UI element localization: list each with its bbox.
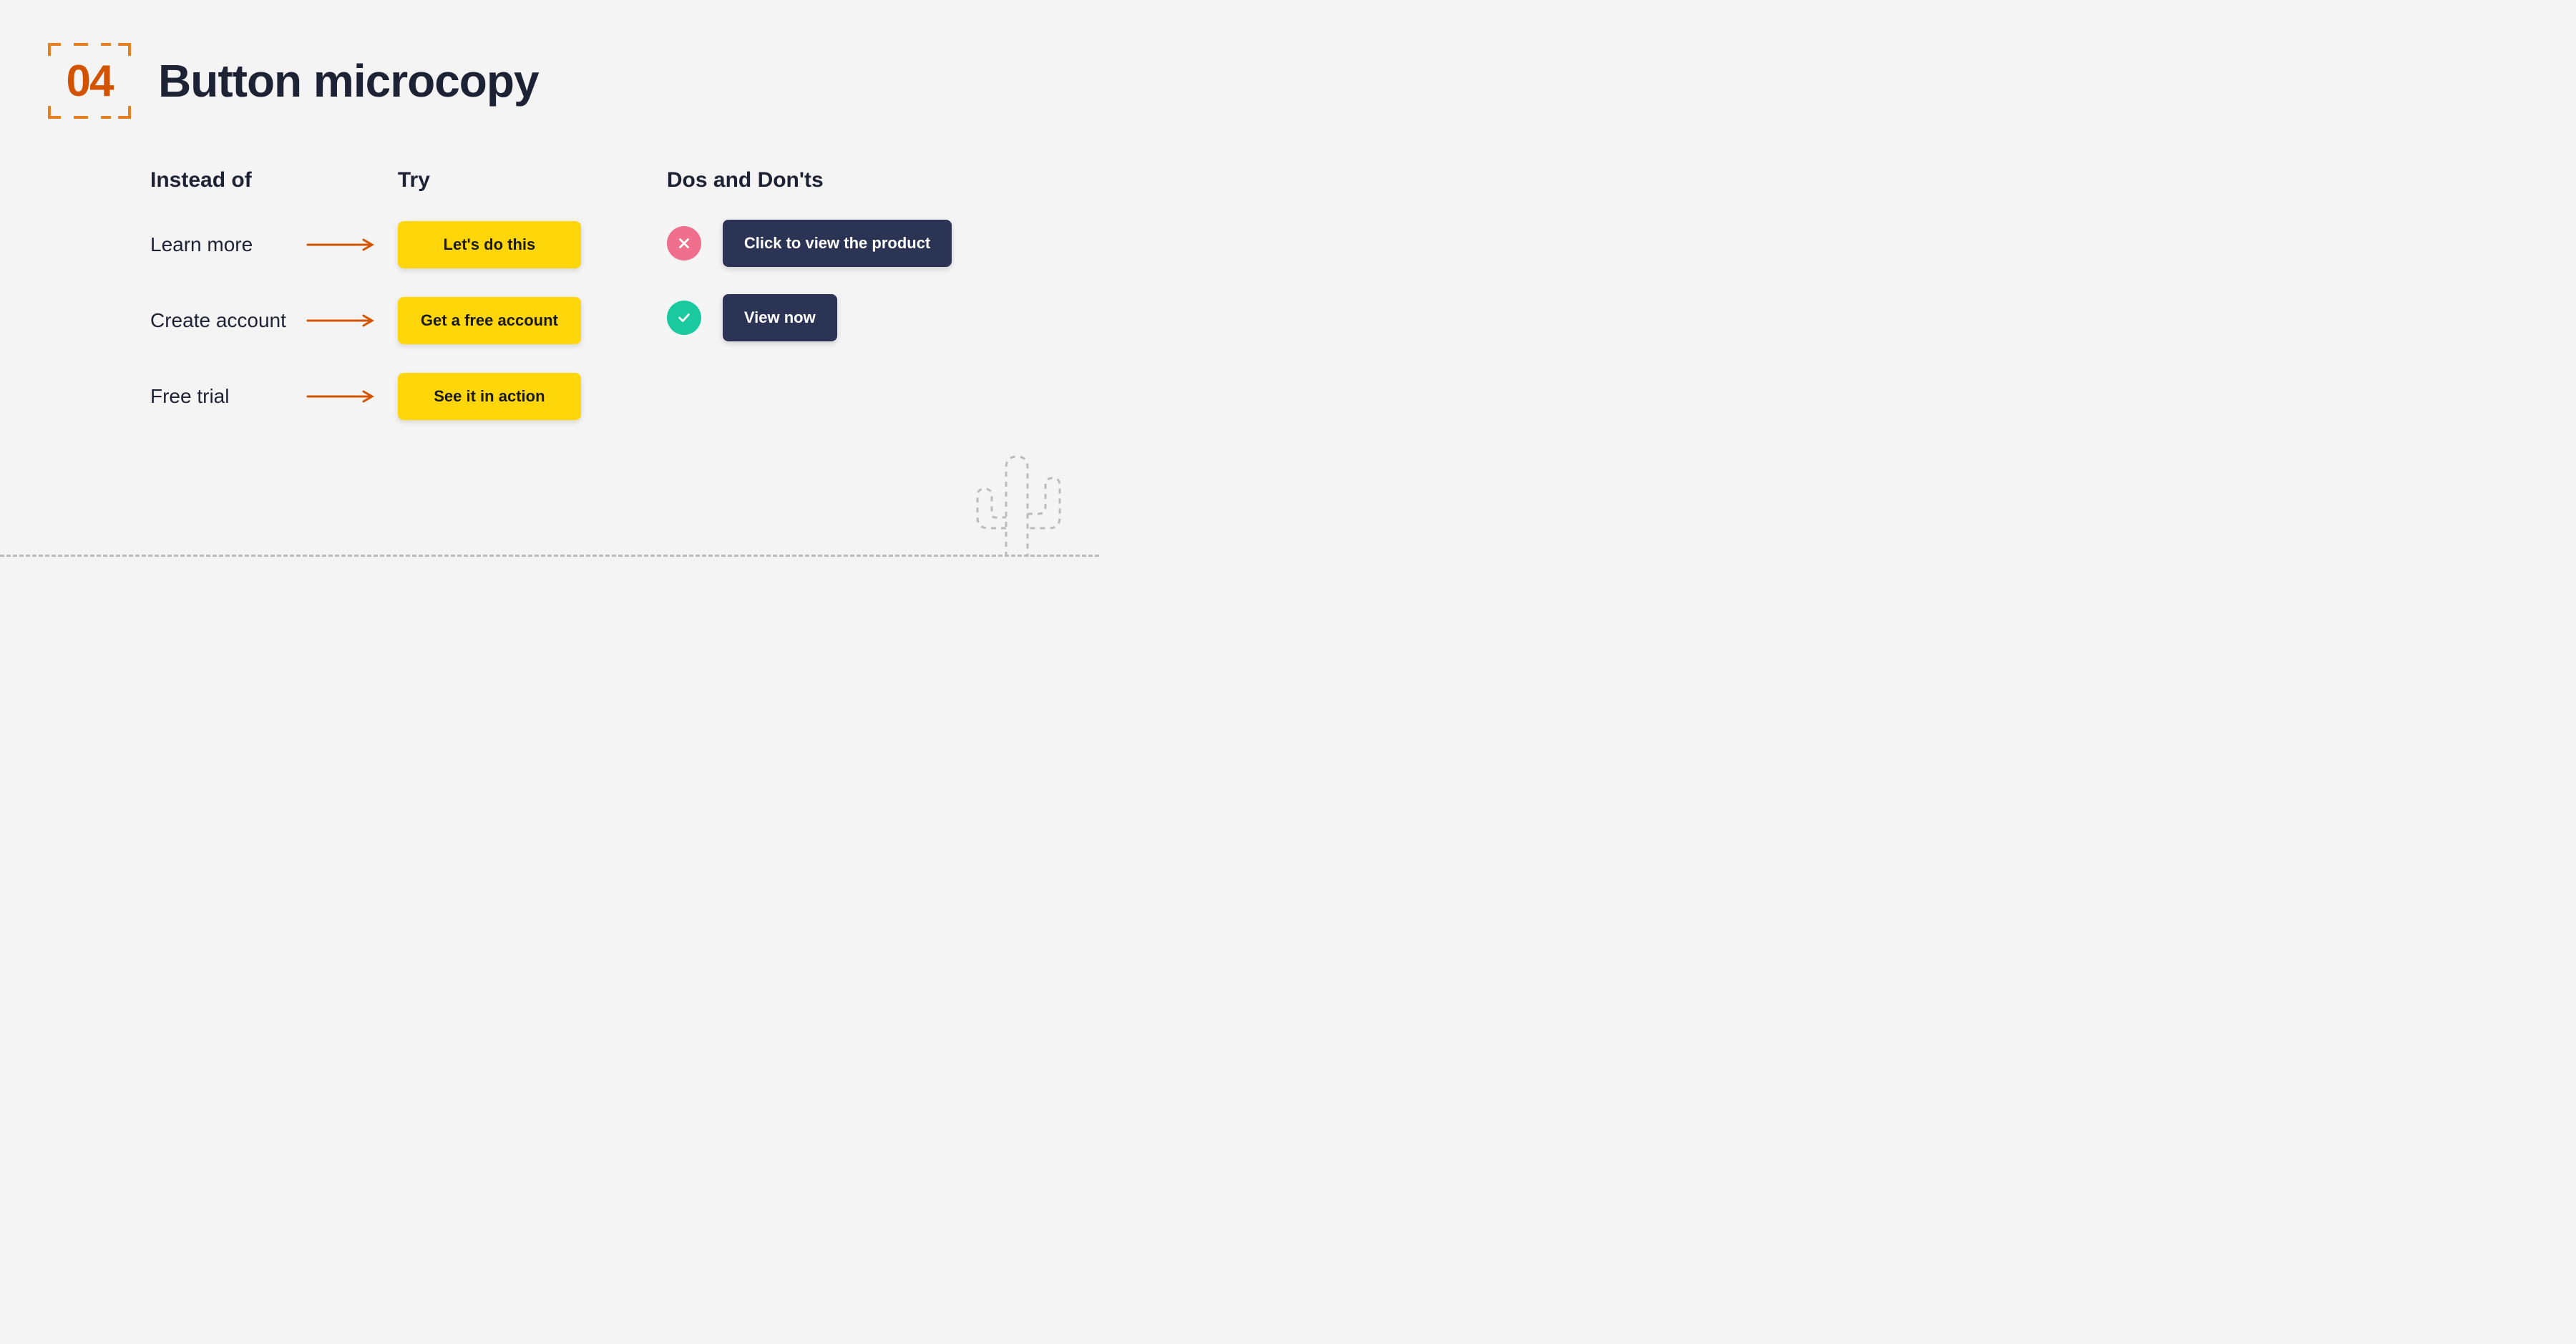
try-button: See it in action xyxy=(398,373,581,420)
badge-frame-icon xyxy=(47,42,132,120)
instead-text: Create account xyxy=(150,309,286,332)
slide-header: 04 Button microcopy xyxy=(47,42,539,120)
cross-icon xyxy=(667,226,701,260)
arrow-icon xyxy=(306,313,378,328)
instead-text: Learn more xyxy=(150,233,286,256)
dos-donts-block: Dos and Don'ts Click to view the product… xyxy=(667,168,952,420)
arrow-icon xyxy=(306,389,378,404)
cactus-decoration-icon xyxy=(920,449,1063,557)
column-header-instead: Instead of xyxy=(150,168,286,193)
compare-grid: Instead of Try Learn more Let's do this … xyxy=(150,168,581,420)
slide-title: Button microcopy xyxy=(158,54,539,107)
column-header-try: Try xyxy=(398,168,581,193)
slide-number-badge: 04 xyxy=(47,42,132,120)
do-button: View now xyxy=(723,294,837,341)
dont-button: Click to view the product xyxy=(723,220,952,267)
dont-row: Click to view the product xyxy=(667,220,952,267)
arrow-icon xyxy=(306,238,378,252)
instead-text: Free trial xyxy=(150,385,286,408)
check-icon xyxy=(667,301,701,335)
try-button: Get a free account xyxy=(398,297,581,344)
try-button: Let's do this xyxy=(398,221,581,268)
dos-heading: Dos and Don'ts xyxy=(667,168,952,193)
slide-content: Instead of Try Learn more Let's do this … xyxy=(150,168,952,420)
do-row: View now xyxy=(667,294,952,341)
